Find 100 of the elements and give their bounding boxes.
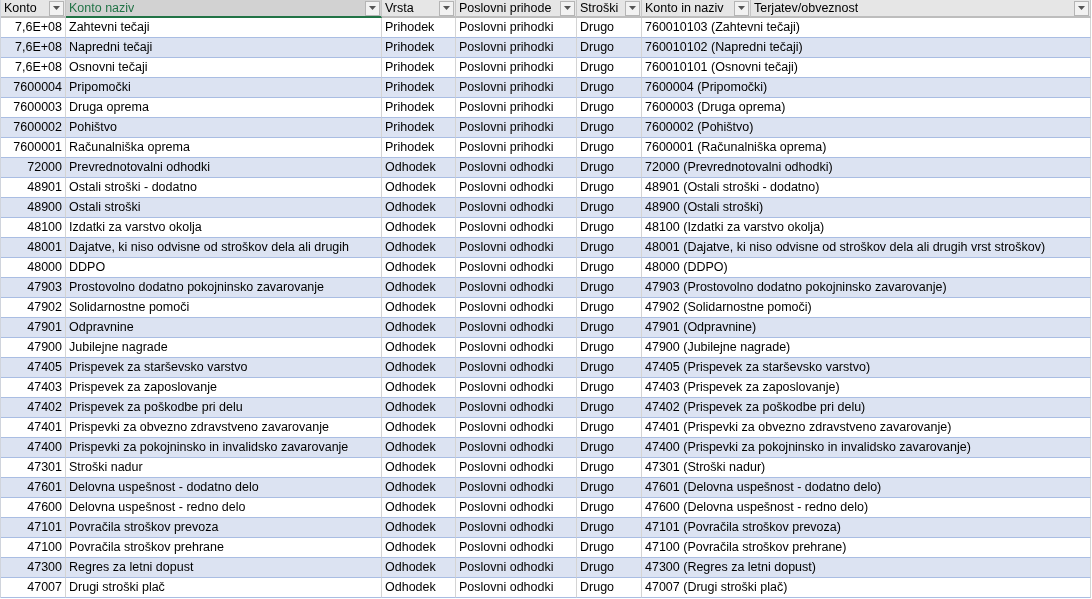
table-cell: Poslovni odhodki	[456, 358, 577, 378]
table-cell: 72000 (Prevrednotovalni odhodki)	[642, 158, 1091, 178]
table-cell: 47900 (Jubilejne nagrade)	[642, 338, 1091, 358]
table-cell: Odhodek	[382, 418, 456, 438]
table-cell: Odhodek	[382, 558, 456, 578]
table-cell: 7,6E+08	[1, 18, 66, 38]
filter-button[interactable]	[734, 0, 749, 16]
table-cell: Drugo	[577, 578, 642, 598]
table-cell: Poslovni odhodki	[456, 178, 577, 198]
table-cell: Pripomočki	[66, 78, 382, 98]
table-cell: 48900 (Ostali stroški)	[642, 198, 1091, 218]
table-cell: 7600002	[1, 118, 66, 138]
table-cell: Poslovni odhodki	[456, 278, 577, 298]
table-cell: Drugo	[577, 518, 642, 538]
table-cell: Drugo	[577, 418, 642, 438]
table-cell: Prihodek	[382, 38, 456, 58]
table-cell: Odhodek	[382, 178, 456, 198]
column-header[interactable]: Poslovni prihode	[456, 0, 577, 18]
table-cell: Drugo	[577, 218, 642, 238]
table-cell: Prihodek	[382, 18, 456, 38]
table-cell: Poslovni prihodki	[456, 58, 577, 78]
table-cell: Prispevek za zaposlovanje	[66, 378, 382, 398]
table-cell: 47601 (Delovna uspešnost - dodatno delo)	[642, 478, 1091, 498]
table-cell: Osnovni tečaji	[66, 58, 382, 78]
table-cell: Poslovni odhodki	[456, 478, 577, 498]
table-cell: Poslovni prihodki	[456, 78, 577, 98]
table-cell: 48001	[1, 238, 66, 258]
filter-button[interactable]	[439, 0, 454, 16]
table-cell: Drugo	[577, 78, 642, 98]
table-cell: 7600001	[1, 138, 66, 158]
table-cell: 47403 (Prispevek za zaposlovanje)	[642, 378, 1091, 398]
table-cell: Poslovni odhodki	[456, 498, 577, 518]
filter-button[interactable]	[560, 0, 575, 16]
table-cell: Poslovni odhodki	[456, 158, 577, 178]
table-cell: 7600003	[1, 98, 66, 118]
table-cell: 47300	[1, 558, 66, 578]
table-cell: 7,6E+08	[1, 38, 66, 58]
table-cell: 47401 (Prispevki za obvezno zdravstveno zavarovanje)	[642, 418, 1091, 438]
column-header[interactable]: Konto naziv	[66, 0, 382, 18]
table-cell: Odhodek	[382, 238, 456, 258]
table-cell: Poslovni odhodki	[456, 258, 577, 278]
table-cell: Poslovni odhodki	[456, 458, 577, 478]
table-cell: 47900	[1, 338, 66, 358]
table-cell: Odhodek	[382, 338, 456, 358]
table-cell: Prihodek	[382, 138, 456, 158]
table-cell: 47903 (Prostovolno dodatno pokojninsko zavarovanje)	[642, 278, 1091, 298]
column-header[interactable]: Stroški	[577, 0, 642, 18]
caret-icon	[564, 6, 571, 10]
filter-button[interactable]	[49, 0, 64, 16]
table-cell: 47901	[1, 318, 66, 338]
column-header[interactable]: Terjatev/obveznost	[751, 0, 1091, 18]
filter-button[interactable]	[625, 0, 640, 16]
table-cell: Delovna uspešnost - dodatno delo	[66, 478, 382, 498]
table-cell: Poslovni odhodki	[456, 578, 577, 598]
caret-icon	[53, 6, 60, 10]
table-cell: Odhodek	[382, 218, 456, 238]
table-cell: Poslovni prihodki	[456, 38, 577, 58]
caret-icon	[369, 6, 376, 10]
table-cell: Poslovni prihodki	[456, 18, 577, 38]
table-cell: Poslovni odhodki	[456, 238, 577, 258]
table-cell: 48901 (Ostali stroški - dodatno)	[642, 178, 1091, 198]
table-cell: 47400	[1, 438, 66, 458]
table-cell: Drugo	[577, 398, 642, 418]
table-cell: 48000	[1, 258, 66, 278]
table-cell: 47601	[1, 478, 66, 498]
caret-icon	[738, 6, 745, 10]
table-cell: Poslovni odhodki	[456, 398, 577, 418]
filter-button[interactable]	[365, 0, 380, 16]
table-cell: Drugo	[577, 438, 642, 458]
table-cell: Poslovni odhodki	[456, 538, 577, 558]
column-header[interactable]: Vrsta	[382, 0, 456, 18]
table-cell: 48900	[1, 198, 66, 218]
table-cell: Poslovni odhodki	[456, 438, 577, 458]
table-cell: Prispevki za obvezno zdravstveno zavarovanje	[66, 418, 382, 438]
table-cell: Prispevek za poškodbe pri delu	[66, 398, 382, 418]
table-cell: Prostovolno dodatno pokojninsko zavarovanje	[66, 278, 382, 298]
table-cell: Odhodek	[382, 438, 456, 458]
table-cell: Drugo	[577, 358, 642, 378]
table-cell: 47902 (Solidarnostne pomoči)	[642, 298, 1091, 318]
table-cell: Poslovni odhodki	[456, 318, 577, 338]
column-header[interactable]: Konto	[1, 0, 66, 18]
table-cell: Odpravnine	[66, 318, 382, 338]
table-cell: 760010103 (Zahtevni tečaji)	[642, 18, 1091, 38]
table-cell: Poslovni odhodki	[456, 518, 577, 538]
table-cell: 47402 (Prispevek za poškodbe pri delu)	[642, 398, 1091, 418]
table-cell: Druga oprema	[66, 98, 382, 118]
table-cell: 760010102 (Napredni tečaji)	[642, 38, 1091, 58]
table-cell: 48000 (DDPO)	[642, 258, 1091, 278]
table-cell: Odhodek	[382, 518, 456, 538]
table-cell: Odhodek	[382, 318, 456, 338]
filter-button[interactable]	[1074, 0, 1089, 16]
table-cell: Poslovni prihodki	[456, 98, 577, 118]
table-cell: 47402	[1, 398, 66, 418]
table-cell: 47101	[1, 518, 66, 538]
caret-icon	[1078, 6, 1085, 10]
table-cell: Poslovni prihodki	[456, 138, 577, 158]
table-cell: Prihodek	[382, 118, 456, 138]
column-header[interactable]: Konto in naziv	[642, 0, 751, 18]
table-cell: Prihodek	[382, 78, 456, 98]
table-cell: Drugo	[577, 238, 642, 258]
